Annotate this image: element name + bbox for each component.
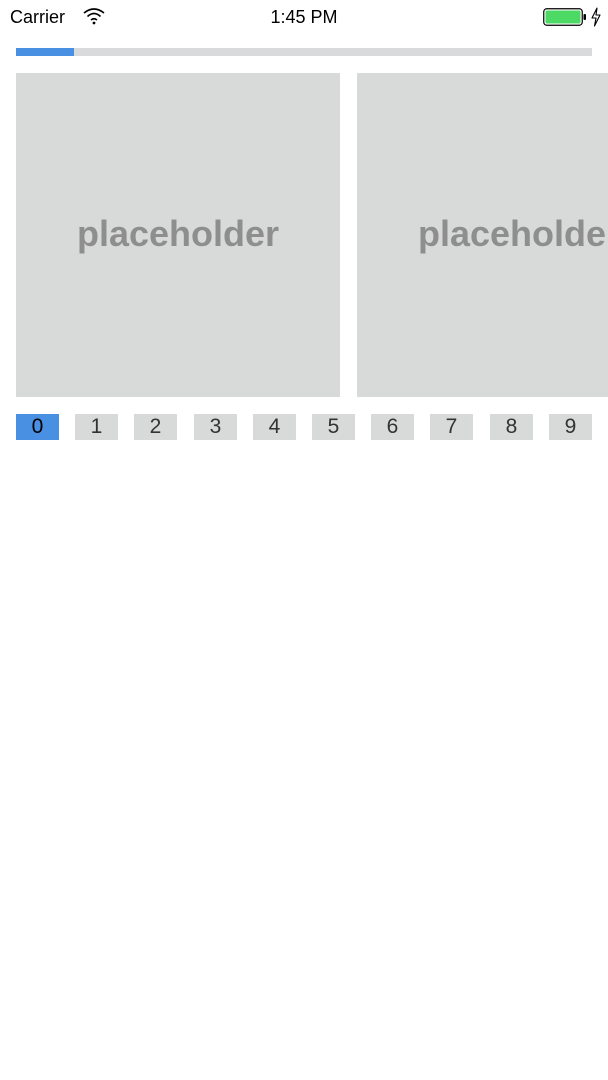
progress-fill bbox=[16, 48, 74, 56]
page-tab-1[interactable]: 1 bbox=[75, 414, 118, 440]
page-tab-5[interactable]: 5 bbox=[312, 414, 355, 440]
progress-bar bbox=[16, 48, 592, 56]
image-carousel[interactable]: placeholder placeholder bbox=[16, 73, 608, 397]
page-tab-4[interactable]: 4 bbox=[253, 414, 296, 440]
page-tab-8[interactable]: 8 bbox=[490, 414, 533, 440]
carousel-slide[interactable]: placeholder bbox=[16, 73, 340, 397]
slide-placeholder-label: placeholder bbox=[76, 213, 280, 254]
page-tab-3[interactable]: 3 bbox=[194, 414, 237, 440]
page-tab-6[interactable]: 6 bbox=[371, 414, 414, 440]
page-selector: 0123456789 bbox=[16, 414, 592, 440]
status-time: 1:45 PM bbox=[270, 7, 338, 27]
page-tab-7[interactable]: 7 bbox=[430, 414, 473, 440]
status-bar: Carrier 1:45 PM bbox=[0, 0, 608, 34]
page-tab-0[interactable]: 0 bbox=[16, 414, 59, 440]
page-tab-2[interactable]: 2 bbox=[134, 414, 177, 440]
battery-icon bbox=[543, 8, 586, 26]
slide-placeholder-label: placeholder bbox=[417, 213, 608, 254]
carousel-slide[interactable]: placeholder bbox=[357, 73, 608, 397]
page-tab-9[interactable]: 9 bbox=[549, 414, 592, 440]
charging-bolt-icon bbox=[591, 7, 601, 27]
